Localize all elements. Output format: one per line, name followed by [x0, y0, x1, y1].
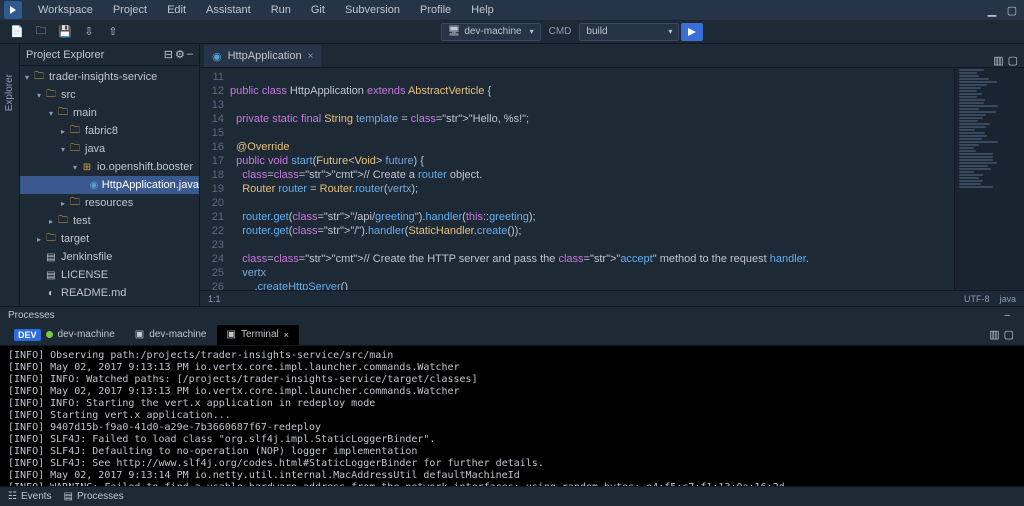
- terminal-icon: ▣: [227, 329, 236, 340]
- tree-test[interactable]: ▸🗀test: [20, 212, 199, 230]
- language-label: java: [999, 294, 1016, 304]
- tree-main[interactable]: ▾🗀main: [20, 104, 199, 122]
- tree-src[interactable]: ▾🗀src: [20, 86, 199, 104]
- cmd-label: CMD: [543, 26, 578, 37]
- bottom-tab-strip: ☷Events ▤Processes: [0, 486, 1024, 506]
- code-content[interactable]: public class HttpApplication extends Abs…: [230, 68, 954, 290]
- command-selector[interactable]: build ▾: [579, 23, 679, 41]
- project-explorer: Project Explorer ⊟ ⚙ ‒ ▾🗀trader-insights…: [20, 44, 200, 306]
- menu-run[interactable]: Run: [261, 2, 301, 18]
- encoding-label: UTF-8: [964, 294, 990, 304]
- machine-label: dev-machine: [464, 26, 521, 37]
- maximize-editor-icon[interactable]: ▢: [1008, 54, 1018, 67]
- tab-label: HttpApplication: [228, 50, 302, 62]
- gear-icon[interactable]: ⚙: [175, 48, 185, 61]
- tree-resources[interactable]: ▸🗀resources: [20, 194, 199, 212]
- new-folder-icon[interactable]: 🗀: [30, 22, 52, 42]
- menu-project[interactable]: Project: [103, 2, 157, 18]
- tree-fabric8[interactable]: ▸🗀fabric8: [20, 122, 199, 140]
- split-icon[interactable]: ▥: [993, 54, 1003, 67]
- proc-tab-label: dev-machine: [149, 329, 206, 340]
- proc-tab-label: dev-machine: [58, 329, 115, 340]
- tree-readme[interactable]: ◐README.md: [20, 284, 199, 302]
- processes-title: Processes: [8, 310, 55, 321]
- new-file-icon[interactable]: 📄: [6, 22, 28, 42]
- process-tabs: DEV dev-machine ▣ dev-machine ▣ Terminal…: [0, 324, 1024, 346]
- expand-icon[interactable]: ▢: [1004, 2, 1020, 18]
- dev-badge: DEV: [14, 329, 41, 341]
- menubar: Workspace Project Edit Assistant Run Git…: [0, 0, 1024, 20]
- collapse-icon[interactable]: ⊟: [164, 48, 173, 61]
- events-tab[interactable]: ☷Events: [8, 491, 52, 502]
- terminal-output[interactable]: [INFO] Observing path:/projects/trader-i…: [0, 346, 1024, 486]
- line-gutter: 11 12 13 14 15 16 17 18 19 20 21 22 23 2…: [200, 68, 230, 290]
- minimize-panel-icon[interactable]: ‒: [187, 48, 193, 61]
- toolbar: 📄 🗀 💾 ⇩ ⇧ 🖥 dev-machine ▾ CMD build ▾: [0, 20, 1024, 44]
- chevron-down-icon: ▾: [668, 27, 672, 36]
- minimize-processes-icon[interactable]: ‒: [1004, 310, 1010, 321]
- menu-profile[interactable]: Profile: [410, 2, 461, 18]
- close-terminal-icon[interactable]: ×: [284, 330, 289, 340]
- tree-package[interactable]: ▾⊞io.openshift.booster: [20, 158, 199, 176]
- proc-tab-dev-machine[interactable]: DEV dev-machine: [4, 325, 125, 345]
- code-editor[interactable]: 11 12 13 14 15 16 17 18 19 20 21 22 23 2…: [200, 68, 1024, 290]
- tree-http-application[interactable]: ◉HttpApplication.java: [20, 176, 199, 194]
- menu-subversion[interactable]: Subversion: [335, 2, 410, 18]
- java-file-icon: ◉: [212, 50, 222, 63]
- menu-git[interactable]: Git: [301, 2, 335, 18]
- status-dot-icon: [46, 331, 53, 338]
- command-label: build: [586, 26, 607, 37]
- import-icon[interactable]: ⇩: [78, 22, 100, 42]
- processes-icon: ▤: [64, 491, 73, 502]
- menu-help[interactable]: Help: [461, 2, 504, 18]
- main-area: Explorer Project Explorer ⊟ ⚙ ‒ ▾🗀trader…: [0, 44, 1024, 306]
- save-icon[interactable]: 💾: [54, 22, 76, 42]
- run-button[interactable]: [681, 23, 703, 41]
- tree-java[interactable]: ▾🗀java: [20, 140, 199, 158]
- minimize-icon[interactable]: ▁: [984, 2, 1000, 18]
- editor-statusbar: 1:1 UTF-8 java: [200, 290, 1024, 306]
- side-tab-strip: Explorer: [0, 44, 20, 306]
- explorer-side-tab[interactable]: Explorer: [4, 74, 15, 111]
- proc-tab-label: Terminal: [241, 329, 279, 340]
- menu-edit[interactable]: Edit: [157, 2, 196, 18]
- tree-root[interactable]: ▾🗀trader-insights-service: [20, 68, 199, 86]
- tab-http-application[interactable]: ◉ HttpApplication ×: [204, 45, 321, 67]
- chevron-down-icon: ▾: [530, 27, 534, 36]
- explorer-title: Project Explorer: [26, 49, 104, 61]
- editor-tabs: ◉ HttpApplication × ▥ ▢: [200, 44, 1024, 68]
- events-icon: ☷: [8, 491, 17, 502]
- proc-tab-terminal[interactable]: ▣ Terminal ×: [217, 325, 300, 345]
- menu-assistant[interactable]: Assistant: [196, 2, 261, 18]
- processes-tab[interactable]: ▤Processes: [64, 491, 124, 502]
- file-tree: ▾🗀trader-insights-service ▾🗀src ▾🗀main ▸…: [20, 66, 199, 306]
- processes-header: Processes ‒: [0, 306, 1024, 324]
- cursor-position: 1:1: [208, 294, 221, 304]
- machine-icon: 🖥: [448, 26, 461, 37]
- tree-license[interactable]: ▤LICENSE: [20, 266, 199, 284]
- proc-tab-machine2[interactable]: ▣ dev-machine: [125, 325, 217, 345]
- app-logo[interactable]: [4, 1, 22, 19]
- menu-workspace[interactable]: Workspace: [28, 2, 103, 18]
- machine-selector[interactable]: 🖥 dev-machine ▾: [441, 23, 541, 41]
- terminal-icon: ▣: [135, 329, 144, 340]
- minimap[interactable]: [954, 68, 1024, 290]
- upload-icon[interactable]: ⇧: [102, 22, 124, 42]
- split-terminal-icon[interactable]: ▥: [989, 328, 999, 341]
- maximize-terminal-icon[interactable]: ▢: [1004, 328, 1014, 341]
- editor-area: ◉ HttpApplication × ▥ ▢ 11 12 13 14 15 1…: [200, 44, 1024, 306]
- tree-jenkinsfile[interactable]: ▤Jenkinsfile: [20, 248, 199, 266]
- close-tab-icon[interactable]: ×: [308, 51, 314, 62]
- tree-target[interactable]: ▸🗀target: [20, 230, 199, 248]
- explorer-header: Project Explorer ⊟ ⚙ ‒: [20, 44, 199, 66]
